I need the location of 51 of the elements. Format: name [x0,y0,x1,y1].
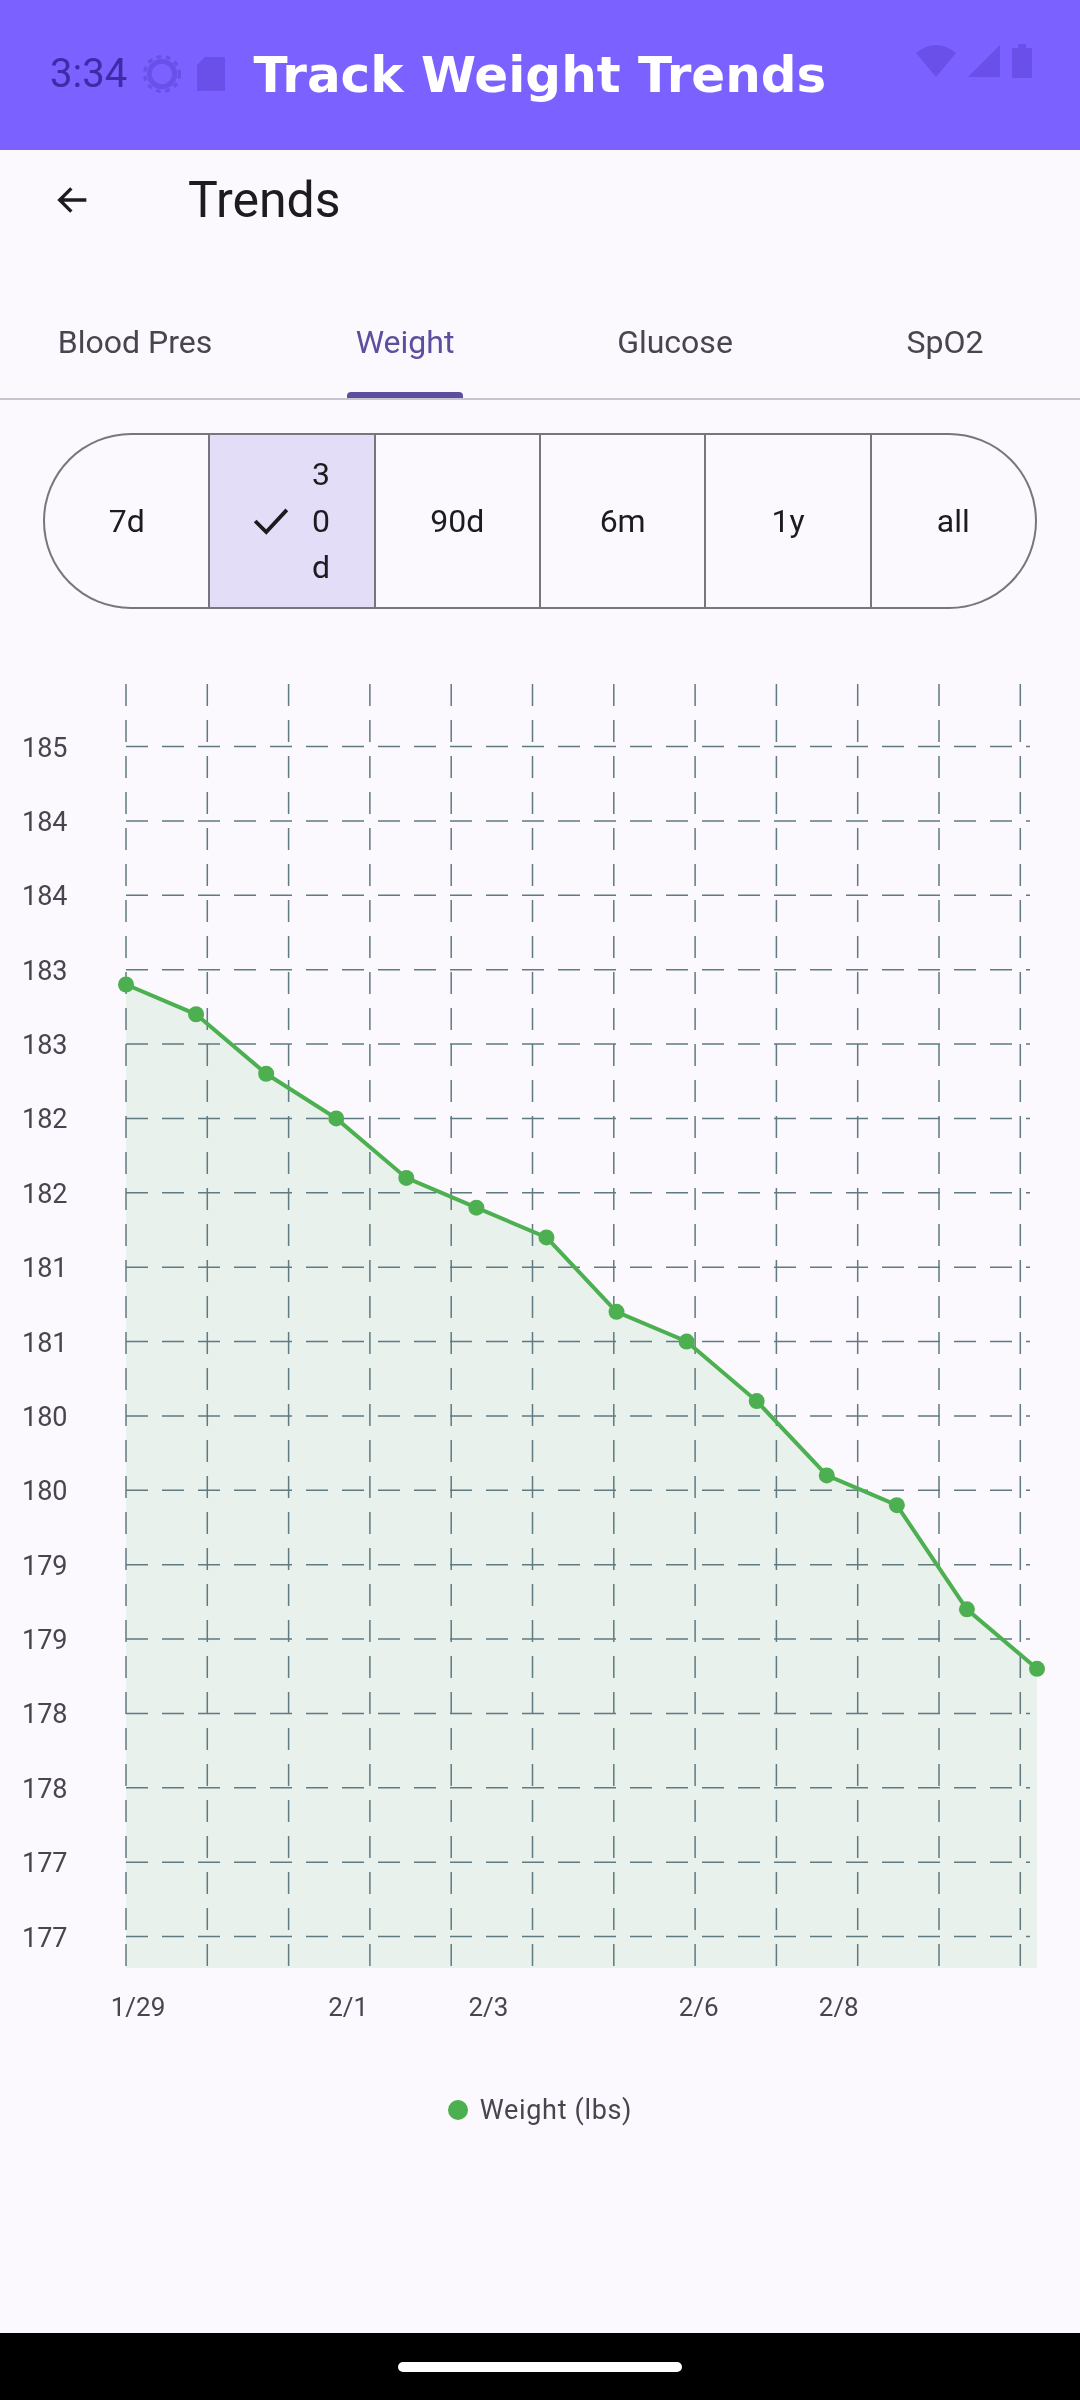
y-axis-label: 178 [22,1772,68,1805]
data-point [118,976,134,993]
y-axis-label: 181 [22,1326,68,1359]
status-time: 3:34 [50,49,128,99]
data-point [888,1497,905,1514]
y-axis-label: 183 [22,1029,68,1062]
y-axis-label: 177 [22,1921,68,1954]
range-segment[interactable]: 1y [704,433,870,609]
range-segment[interactable]: all [869,433,1037,609]
y-axis-label: 179 [22,1549,68,1582]
data-point [818,1467,835,1484]
data-point [678,1333,695,1350]
y-axis-label: 185 [22,731,68,764]
y-axis-label: 180 [22,1475,68,1508]
legend-label: Weight (lbs) [479,2093,633,2128]
x-axis-label: 1/29 [110,1992,166,2022]
y-axis-label: 184 [22,805,68,838]
tab[interactable]: SpO2 [810,286,1080,398]
y-axis-label: 179 [22,1624,68,1657]
data-point [608,1303,625,1320]
y-axis-label: 183 [22,954,68,987]
y-axis-label: 178 [22,1698,68,1731]
data-point [958,1601,975,1618]
data-point [468,1199,485,1216]
range-segment[interactable]: 6m [539,433,705,609]
data-point [258,1065,275,1082]
page-title: Trends [188,169,341,231]
range-segment[interactable]: 30d [208,433,374,609]
tab[interactable]: Weight [270,286,540,398]
y-axis-label: 177 [22,1847,68,1880]
app-title: Track Weight Trends [253,44,827,106]
data-point [188,1006,205,1023]
data-point [328,1110,345,1127]
check-icon [252,506,290,536]
range-segment[interactable]: 90d [373,433,539,609]
y-axis-label: 182 [22,1177,68,1210]
home-indicator[interactable] [398,2361,682,2372]
data-point [398,1169,415,1186]
data-point [748,1393,765,1410]
tab[interactable]: Glucose [540,286,810,398]
tab[interactable]: Blood Pres [0,286,270,398]
x-axis-label: 2/6 [678,1992,719,2022]
data-point [1029,1660,1045,1677]
y-axis-label: 181 [22,1252,68,1285]
y-axis-label: 184 [22,880,68,913]
y-axis-label: 180 [22,1400,68,1433]
data-point [538,1229,555,1246]
x-axis-label: 2/1 [328,1992,369,2022]
y-axis-label: 182 [22,1103,68,1136]
x-axis-label: 2/8 [818,1992,859,2022]
x-axis-label: 2/3 [468,1992,509,2022]
